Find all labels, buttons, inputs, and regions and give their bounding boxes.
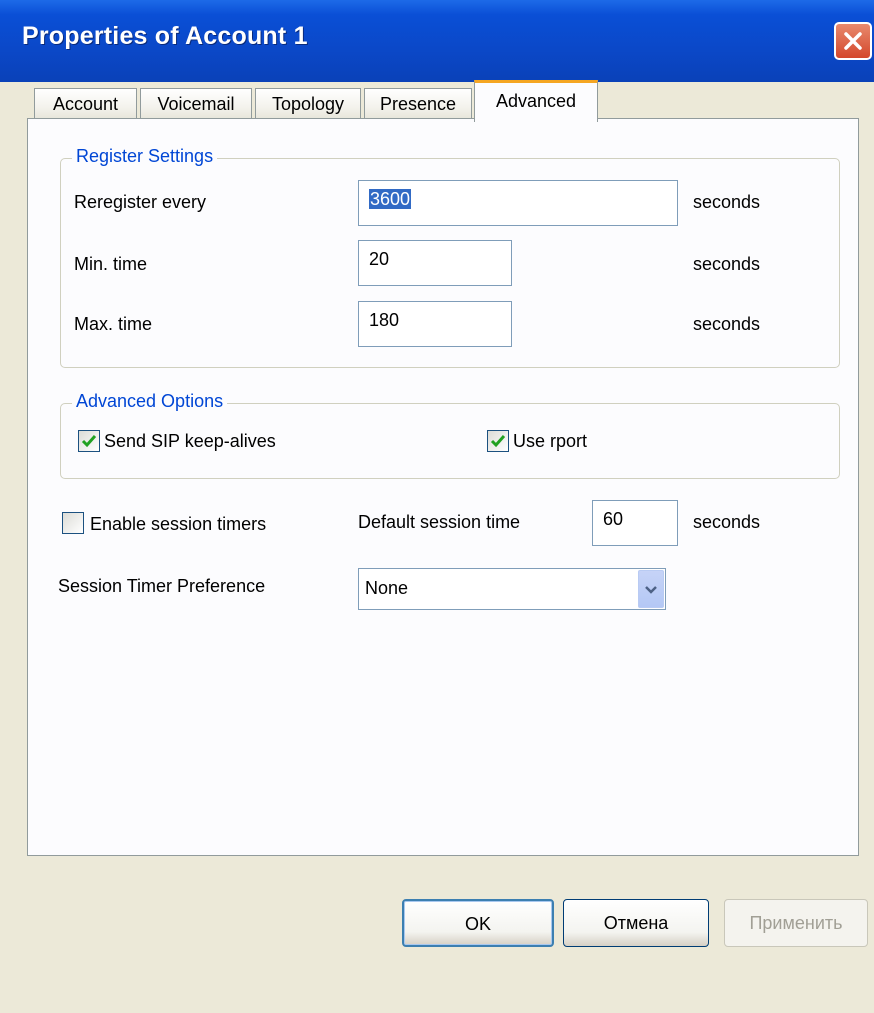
tab-account[interactable]: Account xyxy=(34,88,137,120)
advanced-options-legend: Advanced Options xyxy=(72,391,228,412)
close-icon xyxy=(844,32,862,50)
tab-presence[interactable]: Presence xyxy=(364,88,472,120)
checkmark-icon xyxy=(490,435,506,448)
min-time-label: Min. time xyxy=(74,254,148,274)
keepalives-label[interactable]: Send SIP keep-alives xyxy=(104,431,276,452)
ok-button[interactable]: OK xyxy=(402,899,554,947)
session-timer-preference-select[interactable]: None xyxy=(358,568,666,610)
dropdown-button[interactable] xyxy=(638,570,664,608)
cancel-button[interactable]: Отмена xyxy=(563,899,709,947)
min-time-input[interactable]: 20 xyxy=(358,240,512,286)
session-timer-preference-label: Session Timer Preference xyxy=(58,576,266,596)
chevron-down-icon xyxy=(645,586,657,594)
checkmark-icon xyxy=(81,435,97,448)
max-time-input[interactable]: 180 xyxy=(358,301,512,347)
rport-label[interactable]: Use rport xyxy=(513,431,587,452)
close-button[interactable] xyxy=(834,22,872,60)
apply-button[interactable]: Применить xyxy=(724,899,868,947)
properties-dialog: Properties of Account 1 Account Voicemai… xyxy=(0,0,874,1013)
default-session-time-input[interactable]: 60 xyxy=(592,500,678,546)
enable-session-timers-checkbox[interactable] xyxy=(62,512,84,534)
session-timer-preference-value: None xyxy=(365,578,409,598)
register-settings-legend: Register Settings xyxy=(72,146,218,167)
window-title: Properties of Account 1 xyxy=(22,22,308,50)
reregister-label: Reregister every xyxy=(74,192,207,212)
rport-checkbox[interactable] xyxy=(487,430,509,452)
title-bar[interactable]: Properties of Account 1 xyxy=(0,0,874,82)
tab-topology[interactable]: Topology xyxy=(255,88,361,120)
tab-advanced[interactable]: Advanced xyxy=(474,80,598,122)
default-session-time-label: Default session time xyxy=(358,512,521,532)
keepalives-checkbox[interactable] xyxy=(78,430,100,452)
min-time-unit: seconds xyxy=(693,254,761,274)
reregister-value: 3600 xyxy=(369,189,412,209)
max-time-unit: seconds xyxy=(693,314,761,334)
max-time-label: Max. time xyxy=(74,314,153,334)
reregister-input[interactable]: 3600 xyxy=(358,180,678,226)
tab-voicemail[interactable]: Voicemail xyxy=(140,88,252,120)
reregister-unit: seconds xyxy=(693,192,761,212)
enable-session-timers-label[interactable]: Enable session timers xyxy=(90,514,266,535)
default-session-time-unit: seconds xyxy=(693,512,761,532)
